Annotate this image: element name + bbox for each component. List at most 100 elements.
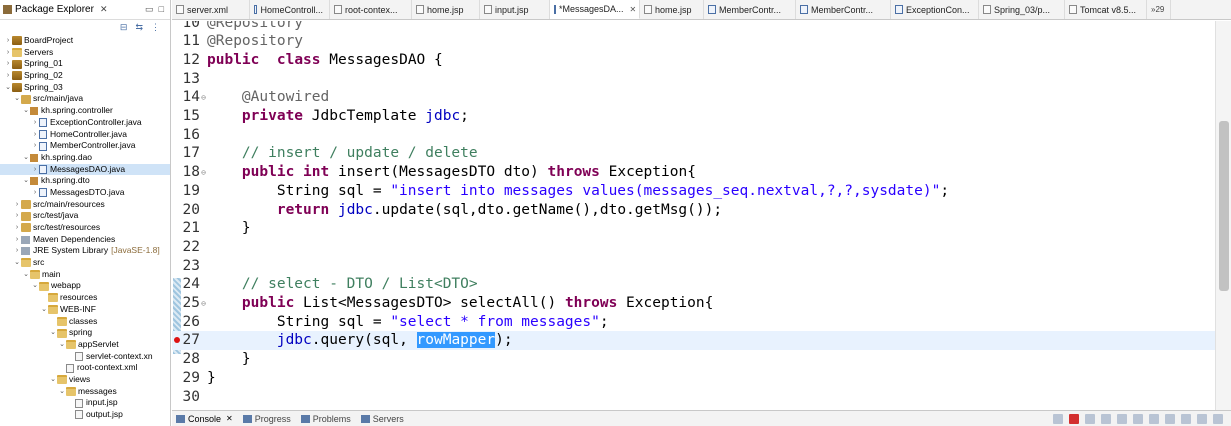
editor-vertical-scrollbar[interactable] [1215, 21, 1231, 410]
expand-chevron-icon[interactable]: › [4, 70, 12, 82]
collapse-chevron-icon[interactable]: ⌄ [22, 175, 30, 187]
view-menu-icon[interactable]: ⋮ [151, 22, 160, 33]
bottom-tab[interactable]: Progress [239, 414, 297, 424]
editor-tab[interactable]: *MessagesDA... ✕ [550, 0, 640, 19]
editor-tab[interactable]: home.jsp [412, 0, 480, 19]
tree-item[interactable]: › MemberController.java [0, 140, 170, 152]
code-line[interactable]: 19 String sql = "insert into messages va… [172, 181, 1215, 200]
code-line[interactable]: 23 [172, 256, 1215, 275]
collapse-chevron-icon[interactable]: ⌄ [31, 280, 39, 292]
code-line[interactable]: 12 public class MessagesDAO { [172, 50, 1215, 69]
expand-chevron-icon[interactable]: › [13, 210, 21, 222]
editor-tab[interactable]: input.jsp [480, 0, 550, 19]
close-icon[interactable]: ✕ [100, 4, 108, 15]
maximize-icon[interactable]: □ [159, 4, 164, 15]
collapse-chevron-icon[interactable]: ⌄ [49, 327, 57, 339]
tree-item[interactable]: › BoardProject [0, 35, 170, 47]
expand-chevron-icon[interactable]: › [4, 47, 12, 59]
editor-tab[interactable]: Spring_03/p... [979, 0, 1065, 19]
tree-item[interactable]: output.jsp [0, 409, 170, 421]
bottom-tab[interactable]: Console ✕ [172, 414, 239, 424]
fold-toggle-icon[interactable]: ⊖ [200, 299, 207, 308]
pin-console-icon[interactable] [1149, 413, 1159, 424]
tree-item[interactable]: ⌄ spring [0, 327, 170, 339]
expand-chevron-icon[interactable]: › [4, 58, 12, 70]
code-line[interactable]: 14 ⊖ @Autowired [172, 88, 1215, 107]
tree-item[interactable]: › ExceptionController.java [0, 117, 170, 129]
link-with-editor-icon[interactable]: ⇆ [135, 22, 143, 33]
editor-tab[interactable]: HomeControll... [250, 0, 330, 19]
minimize-icon[interactable]: ▭ [145, 4, 154, 15]
maximize-icon[interactable] [1213, 413, 1223, 424]
code-line[interactable]: 17 // insert / update / delete [172, 144, 1215, 163]
tree-item[interactable]: ⌄ kh.spring.controller [0, 105, 170, 117]
collapse-chevron-icon[interactable]: ⌄ [40, 304, 48, 316]
tree-item[interactable]: ⌄ kh.spring.dto [0, 175, 170, 187]
collapse-chevron-icon[interactable]: ⌄ [13, 93, 21, 105]
tree-item[interactable]: › HomeController.java [0, 129, 170, 141]
editor-tab[interactable]: home.jsp [640, 0, 704, 19]
tree-item[interactable]: resources [0, 292, 170, 304]
code-line[interactable]: 11 @Repository [172, 32, 1215, 51]
expand-chevron-icon[interactable]: › [13, 222, 21, 234]
open-console-icon[interactable] [1181, 413, 1191, 424]
tree-item[interactable]: ⌄ WEB-INF [0, 304, 170, 316]
code-line[interactable]: 27 jdbc.query(sql, rowMapper); [172, 330, 1215, 350]
tree-item[interactable]: root-context.xml [0, 362, 170, 374]
bottom-tab[interactable]: Servers [357, 414, 410, 424]
collapse-chevron-icon[interactable]: ⌄ [58, 339, 66, 351]
editor-tab[interactable]: MemberContr... [704, 0, 796, 19]
code-line[interactable]: 26 String sql = "select * from messages"… [172, 312, 1215, 331]
expand-chevron-icon[interactable]: › [13, 199, 21, 211]
tree-item[interactable]: › Maven Dependencies [0, 234, 170, 246]
code-line[interactable]: 21 } [172, 219, 1215, 238]
editor-tab[interactable]: ExceptionCon... [891, 0, 979, 19]
tree-item[interactable]: › Spring_01 [0, 58, 170, 70]
error-marker-icon[interactable] [174, 336, 180, 343]
code-line[interactable]: 10 @Repository [172, 21, 1215, 32]
clear-console-icon[interactable] [1053, 413, 1063, 424]
collapse-chevron-icon[interactable]: ⌄ [22, 152, 30, 164]
tree-item[interactable]: classes [0, 316, 170, 328]
collapse-all-icon[interactable]: ⊟ [120, 22, 128, 33]
word-wrap-icon[interactable] [1133, 413, 1143, 424]
tree-item[interactable]: servlet-context.xn [0, 351, 170, 363]
tree-item[interactable]: ⌄ webapp [0, 280, 170, 292]
tree-item[interactable]: ⌄ views [0, 374, 170, 386]
tree-item[interactable]: › src/test/java [0, 210, 170, 222]
editor-tab[interactable]: MemberContr... [796, 0, 891, 19]
code-line[interactable]: 22 [172, 237, 1215, 256]
terminate-icon[interactable] [1069, 413, 1079, 424]
code-line[interactable]: 16 [172, 125, 1215, 144]
code-editor[interactable]: 10 @Repository 11 @Repository 12 public class… [172, 21, 1215, 410]
collapse-chevron-icon[interactable]: ⌄ [58, 386, 66, 398]
close-icon[interactable]: ✕ [630, 5, 637, 14]
expand-chevron-icon[interactable]: › [13, 234, 21, 246]
tree-item[interactable]: ⌄ kh.spring.dao [0, 152, 170, 164]
expand-chevron-icon[interactable]: › [31, 187, 39, 199]
display-console-icon[interactable] [1165, 413, 1175, 424]
scroll-lock-icon[interactable] [1117, 413, 1127, 424]
tree-item[interactable]: › Spring_02 [0, 70, 170, 82]
remove-launch-icon[interactable] [1085, 413, 1095, 424]
tab-overflow-button[interactable]: »29 [1147, 0, 1172, 19]
close-icon[interactable]: ✕ [226, 414, 233, 423]
code-line[interactable]: 30 [172, 387, 1215, 406]
tree-item[interactable]: › MessagesDAO.java [0, 163, 170, 176]
tree-item[interactable]: ⌄ messages [0, 386, 170, 398]
code-line[interactable]: 25 ⊖ public List<MessagesDTO> selectAll()… [172, 294, 1215, 313]
tree-item[interactable]: ⌄ Spring_03 [0, 82, 170, 94]
editor-tab[interactable]: Tomcat v8.5... [1065, 0, 1147, 19]
tree-item[interactable]: ⌄ appServlet [0, 339, 170, 351]
code-line[interactable]: 28 } [172, 350, 1215, 369]
minimize-icon[interactable] [1197, 413, 1207, 424]
collapse-chevron-icon[interactable]: ⌄ [22, 105, 30, 117]
expand-chevron-icon[interactable]: › [13, 245, 21, 257]
tree-item[interactable]: › JRE System Library [JavaSE-1.8] [0, 245, 170, 257]
tree-item[interactable]: ⌄ main [0, 269, 170, 281]
code-line[interactable]: 29} [172, 368, 1215, 387]
editor-tab[interactable]: server.xml [172, 0, 250, 19]
collapse-chevron-icon[interactable]: ⌄ [49, 374, 57, 386]
scrollbar-thumb[interactable] [1219, 121, 1229, 291]
expand-chevron-icon[interactable]: › [31, 140, 39, 152]
